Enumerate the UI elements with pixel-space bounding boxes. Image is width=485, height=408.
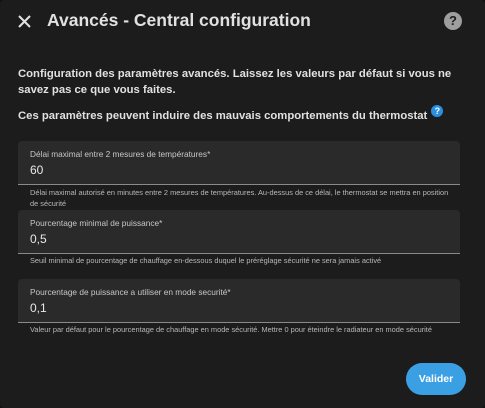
safety-power-value[interactable]: 0,1 [30, 301, 47, 315]
safety-power-label: Pourcentage de puissance a utiliser en m… [30, 287, 231, 297]
safety-power-helper: Valeur par défaut pour le pourcentage de… [30, 325, 432, 334]
max-delay-field[interactable]: Délai maximal entre 2 mesures de tempéra… [18, 141, 460, 185]
info-icon[interactable]: ? [431, 105, 444, 117]
intro-text: Configuration des paramètres avancés. La… [18, 68, 452, 96]
min-power-field[interactable]: Pourcentage minimal de puissance* 0,5 [18, 210, 460, 254]
warning-line: Ces paramètres peuvent induire des mauva… [18, 105, 468, 124]
close-icon[interactable] [14, 11, 36, 33]
max-delay-value[interactable]: 60 [30, 163, 43, 177]
safety-power-field[interactable]: Pourcentage de puissance a utiliser en m… [18, 279, 460, 323]
config-dialog: Avancés - Central configuration ? Config… [0, 0, 485, 408]
submit-button[interactable]: Valider [406, 363, 466, 395]
min-power-helper: Seuil minimal de pourcentage de chauffag… [30, 256, 382, 265]
min-power-value[interactable]: 0,5 [30, 232, 47, 246]
max-delay-label: Délai maximal entre 2 mesures de tempéra… [30, 149, 211, 159]
dialog-header: Avancés - Central configuration ? [0, 0, 485, 44]
help-circle-icon[interactable]: ? [444, 12, 462, 30]
max-delay-helper: Délai maximal autorisé en minutes entre … [30, 188, 449, 208]
warning-text: Ces paramètres peuvent induire des mauva… [18, 110, 428, 122]
min-power-label: Pourcentage minimal de puissance* [30, 218, 163, 228]
dialog-title: Avancés - Central configuration [47, 10, 311, 30]
